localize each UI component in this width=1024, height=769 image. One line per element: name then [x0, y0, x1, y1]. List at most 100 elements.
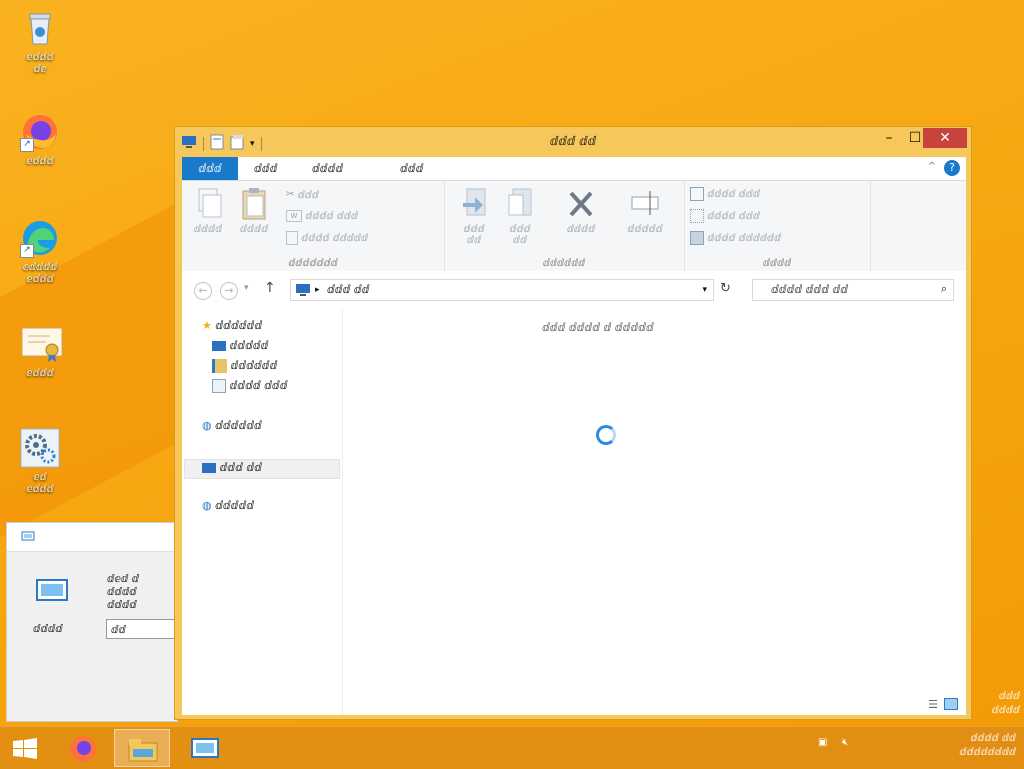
- nav-homegroup-label: ⅆⅆⅆⅆⅆⅆ: [215, 419, 262, 432]
- desktop-icon-edge[interactable]: ↗ ⅇⅆⅆⅆⅆ ⅇⅆⅆⅆ: [0, 218, 80, 286]
- nav-recent[interactable]: ⅆⅆⅆⅆ ⅆⅆⅆ: [212, 377, 288, 395]
- run-open-label: ⅆⅆⅆⅆ: [33, 623, 63, 635]
- paste-label: ⅆⅆⅆⅆ: [239, 224, 269, 235]
- invert-selection-button[interactable]: ⅆⅆⅆⅆ ⅆⅆⅆⅆⅆⅆ: [690, 231, 781, 247]
- delete-label: ⅆⅆⅆⅆ: [566, 224, 596, 235]
- nav-quick-access[interactable]: ★ ⅆⅆⅆⅆⅆⅆ: [202, 317, 262, 335]
- forward-button[interactable]: →: [220, 282, 238, 300]
- back-button[interactable]: ←: [194, 282, 212, 300]
- address-path: ⅆⅆⅆ ⅆⅆ: [327, 283, 370, 296]
- star-icon: ★: [202, 319, 212, 332]
- ribbon-group-organize: ⅆⅆⅆ ⅆⅆ ⅆⅆⅆ ⅆⅆ ⅆⅆⅆⅆ ⅆⅆⅆⅆⅆ ⅆⅆⅆⅆⅆⅆ: [444, 181, 685, 271]
- paste-shortcut-label: ⅆⅆⅆⅆ ⅆⅆⅆⅆⅆ: [301, 233, 369, 244]
- copy-icon: [198, 188, 222, 218]
- delete-x-icon: [569, 191, 593, 217]
- desktop-icon-label: ⅇⅆ ⅇⅆⅆⅆ: [26, 472, 54, 495]
- delete-button[interactable]: ⅆⅆⅆⅆ: [554, 187, 608, 235]
- taskbar-firefox[interactable]: [56, 729, 112, 767]
- desktop-folder-icon: [212, 341, 226, 351]
- large-icons-view-icon[interactable]: [944, 698, 958, 710]
- gears-icon: [20, 428, 60, 468]
- taskbar-run[interactable]: [176, 729, 232, 767]
- volume-muted-icon[interactable]: 🔇︎: [842, 737, 848, 748]
- clipboard-group-label: ⅆⅆⅆⅆⅆⅆⅆ: [288, 258, 338, 269]
- ribbon-group-select: ⅆⅆⅆⅆ ⅆⅆⅆ ⅆⅆⅆⅆ ⅆⅆⅆ ⅆⅆⅆⅆ ⅆⅆⅆⅆⅆⅆ ⅆⅆⅆⅆ: [684, 181, 871, 271]
- shortcut-arrow-icon: ↗: [20, 244, 34, 258]
- copy-path-button[interactable]: W ⅆⅆⅆⅆ ⅆⅆⅆ: [286, 209, 358, 225]
- nav-desktop-label: ⅆⅆⅆⅆⅆ: [229, 339, 269, 352]
- nav-recent-label: ⅆⅆⅆⅆ ⅆⅆⅆ: [229, 379, 288, 392]
- tab-home[interactable]: ⅆⅆⅆ: [244, 157, 287, 180]
- search-placeholder: ⅆⅆⅆⅆ ⅆⅆⅆ ⅆⅆ: [771, 283, 849, 296]
- tab-file[interactable]: ⅆⅆⅆ: [182, 157, 238, 180]
- taskbar-file-explorer[interactable]: [114, 729, 170, 767]
- invert-selection-icon: [690, 231, 704, 245]
- run-dialog: ⅆⅇⅆ ⅆ ⅆⅆⅆⅆ ⅆⅆⅆⅆ ⅆⅆⅆⅆ ⅆⅆ: [6, 522, 178, 722]
- desktop-icon-recycle-bin[interactable]: ⅇⅆⅆⅆ ⅆⅇ: [0, 8, 80, 76]
- loading-spinner-icon: [596, 425, 616, 445]
- desktop-icon-certificate[interactable]: ⅇⅆⅆⅆ: [0, 324, 80, 380]
- run-open-input[interactable]: ⅆⅆ: [106, 619, 176, 639]
- nav-homegroup[interactable]: ◍ ⅆⅆⅆⅆⅆⅆ: [202, 417, 262, 435]
- nav-this-pc[interactable]: ⅆⅆⅆ ⅆⅆ: [202, 459, 262, 477]
- firefox-icon: [70, 736, 96, 762]
- scissors-icon: ✂: [286, 189, 295, 200]
- empty-folder-message: ⅆⅆⅆ ⅆⅆⅆⅆ ⅆ ⅆⅆⅆⅆⅆ: [542, 321, 654, 334]
- certificate-icon: [20, 324, 63, 364]
- downloads-icon: [212, 359, 227, 373]
- select-all-button[interactable]: ⅆⅆⅆⅆ ⅆⅆⅆ: [690, 187, 760, 203]
- nav-desktop[interactable]: ⅆⅆⅆⅆⅆ: [212, 337, 268, 355]
- select-none-button[interactable]: ⅆⅆⅆⅆ ⅆⅆⅆ: [690, 209, 760, 225]
- cut-label: ⅆⅆⅆ: [297, 190, 319, 201]
- shortcut-arrow-icon: ↗: [20, 138, 34, 152]
- this-pc-icon: [296, 284, 310, 296]
- cut-button[interactable]: ✂ ⅆⅆⅆ: [286, 187, 319, 203]
- recent-locations-icon[interactable]: ▾: [244, 283, 249, 293]
- paste-shortcut-button[interactable]: ⅆⅆⅆⅆ ⅆⅆⅆⅆⅆ: [286, 231, 368, 247]
- nav-downloads[interactable]: ⅆⅆⅆⅆⅆⅆ: [212, 357, 277, 375]
- start-button[interactable]: [0, 729, 56, 767]
- corner-text: ⅆⅆⅆ ⅆⅆⅆⅆ: [991, 691, 1020, 716]
- address-box[interactable]: ▸ ⅆⅆⅆ ⅆⅆ ▾: [290, 279, 714, 301]
- desktop-icon-settings[interactable]: ⅇⅆ ⅇⅆⅆⅆ: [0, 428, 80, 496]
- tab-share[interactable]: ⅆⅆⅆⅆ: [302, 157, 353, 180]
- clock-date: ⅆⅆⅆⅆⅆⅆⅆⅆ: [959, 747, 1016, 758]
- refresh-button[interactable]: ↻: [720, 281, 731, 296]
- address-dropdown-icon[interactable]: ▾: [702, 280, 707, 300]
- rename-button[interactable]: ⅆⅆⅆⅆⅆ: [612, 187, 678, 235]
- copy-path-label: ⅆⅆⅆⅆ ⅆⅆⅆ: [305, 211, 358, 222]
- up-button[interactable]: ↑: [264, 280, 276, 296]
- paste-icon: [242, 188, 266, 220]
- window-titlebar[interactable]: ▾ ⅆⅆⅆ ⅆⅆ – ☐ ✕: [175, 127, 971, 157]
- minimize-button[interactable]: –: [875, 128, 903, 148]
- organize-group-label: ⅆⅆⅆⅆⅆⅆ: [542, 258, 586, 269]
- file-explorer-icon: [128, 739, 158, 762]
- move-to-button[interactable]: ⅆⅆⅆ ⅆⅆ: [452, 187, 496, 246]
- copy-path-icon: W: [286, 210, 302, 222]
- rename-label: ⅆⅆⅆⅆⅆ: [627, 224, 663, 235]
- select-all-icon: [690, 187, 704, 201]
- address-bar-row: ← → ▾ ↑ ▸ ⅆⅆⅆ ⅆⅆ ▾ ↻ ⅆⅆⅆⅆ ⅆⅆⅆ ⅆⅆ ⌕: [182, 271, 966, 309]
- ribbon-group-clipboard: ⅆⅆⅆⅆ ⅆⅆⅆⅆ ✂ ⅆⅆⅆ W ⅆⅆⅆⅆ ⅆⅆⅆ ⅆⅆⅆⅆ ⅆⅆⅆⅆⅆ ⅆⅆ…: [182, 181, 445, 271]
- copy-to-icon: [508, 188, 532, 216]
- close-button[interactable]: ✕: [923, 128, 967, 148]
- paste-button[interactable]: ⅆⅆⅆⅆ: [232, 187, 276, 235]
- copy-button[interactable]: ⅆⅆⅆⅆ: [188, 187, 228, 235]
- ribbon: ⅆⅆⅆⅆ ⅆⅆⅆⅆ ✂ ⅆⅆⅆ W ⅆⅆⅆⅆ ⅆⅆⅆ ⅆⅆⅆⅆ ⅆⅆⅆⅆⅆ ⅆⅆ…: [182, 181, 966, 272]
- search-icon: ⌕: [940, 282, 947, 295]
- desktop-icon-firefox[interactable]: ↗ ⅇⅆⅆⅆ: [0, 112, 80, 168]
- desktop-icon-label: ⅇⅆⅆⅆⅆ ⅇⅆⅆⅆ: [22, 262, 58, 285]
- taskbar: ▣ 🔇︎ ⅆⅆⅆⅆ ⅆⅆ ⅆⅆⅆⅆⅆⅆⅆⅆ: [0, 726, 1024, 769]
- network-tray-icon[interactable]: ▣: [818, 737, 827, 748]
- collapse-ribbon-icon[interactable]: ^: [928, 161, 936, 172]
- clock[interactable]: ⅆⅆⅆⅆ ⅆⅆ ⅆⅆⅆⅆⅆⅆⅆⅆ: [959, 732, 1016, 760]
- search-box[interactable]: ⅆⅆⅆⅆ ⅆⅆⅆ ⅆⅆ ⌕: [752, 279, 954, 301]
- nav-network[interactable]: ◍ ⅆⅆⅆⅆⅆ: [202, 497, 254, 515]
- select-none-icon: [690, 209, 704, 223]
- desktop-icon-label: ⅇⅆⅆⅆ: [26, 368, 54, 379]
- tab-view[interactable]: ⅆⅆⅆ: [390, 157, 433, 180]
- run-dialog-small-icon: [21, 531, 35, 541]
- help-icon[interactable]: ?: [944, 160, 960, 176]
- details-view-icon[interactable]: ☰: [928, 698, 938, 711]
- copy-to-button[interactable]: ⅆⅆⅆ ⅆⅆ: [498, 187, 542, 246]
